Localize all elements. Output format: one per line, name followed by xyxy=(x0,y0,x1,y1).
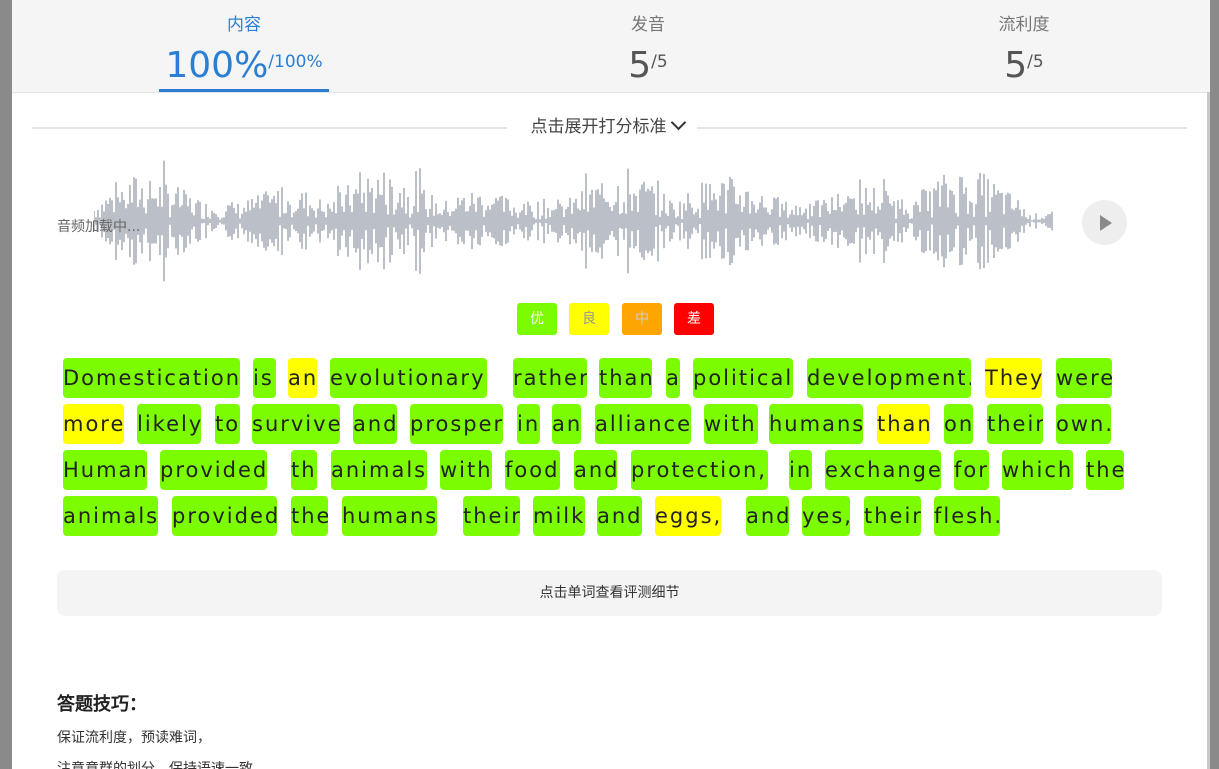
scrollbar[interactable] xyxy=(1207,92,1210,769)
passage-word[interactable]: with xyxy=(704,404,758,444)
passage-word[interactable]: in xyxy=(789,450,812,490)
active-tab-indicator xyxy=(159,89,329,92)
passage-word[interactable]: a xyxy=(666,358,680,398)
tab-content-score[interactable]: 内容 100%/100% xyxy=(159,0,329,92)
passage-word[interactable]: and xyxy=(353,404,397,444)
passage-word[interactable]: protection, xyxy=(631,450,768,490)
chevron-down-icon xyxy=(670,114,686,131)
play-icon xyxy=(1100,215,1112,231)
waveform-path xyxy=(94,160,1053,282)
tip-line: 注意意群的划分，保持语速一致 xyxy=(57,761,253,769)
content-score-value: 100%/100% xyxy=(165,45,323,86)
passage-word[interactable]: their xyxy=(864,496,921,536)
passage-word[interactable]: animals xyxy=(63,496,158,536)
passage-word[interactable]: prosper xyxy=(410,404,503,444)
legend-poor: 差 xyxy=(674,303,714,335)
passage-word[interactable]: yes, xyxy=(802,496,850,536)
passage-word[interactable]: animals xyxy=(331,450,427,490)
passage-line: more likely to survive and prosper in an allianc… xyxy=(62,404,1142,450)
passage-word[interactable]: alliance xyxy=(595,404,691,444)
passage-word[interactable]: than xyxy=(877,404,930,444)
legend-average: 中 xyxy=(622,303,662,335)
passage-word[interactable]: provided xyxy=(160,450,267,490)
passage-word[interactable]: an xyxy=(288,358,317,398)
tip-line: 保证流利度，预读难词， xyxy=(57,730,211,746)
divider-left xyxy=(32,127,507,129)
graded-passage: Domestication is an evolutionary, rather than… xyxy=(62,358,1142,542)
divider-right xyxy=(694,127,1187,129)
play-button[interactable] xyxy=(1082,200,1127,245)
evaluation-panel: 内容 100%/100% 发音 5/5 流利度 5/5 点击展开打分标准 音频加… xyxy=(12,0,1210,769)
score-tabs: 内容 100%/100% 发音 5/5 流利度 5/5 xyxy=(12,0,1210,93)
tab-fluency-score[interactable]: 流利度 5/5 xyxy=(974,0,1074,92)
legend-good: 良 xyxy=(569,303,609,335)
passage-word[interactable]: eggs, xyxy=(655,496,721,536)
fluency-score-value: 5/5 xyxy=(1004,45,1044,86)
passage-word[interactable]: the xyxy=(1086,450,1124,490)
passage-word[interactable]: rather xyxy=(513,358,587,398)
passage-word[interactable]: with xyxy=(440,450,492,490)
passage-word[interactable]: exchange xyxy=(825,450,941,490)
passage-word[interactable]: an xyxy=(552,404,581,444)
passage-word[interactable]: the xyxy=(291,496,328,536)
passage-word[interactable]: were xyxy=(1056,358,1112,398)
passage-word[interactable]: their xyxy=(987,404,1043,444)
passage-word[interactable]: political xyxy=(693,358,793,398)
passage-word[interactable]: They xyxy=(985,358,1042,398)
audio-waveform[interactable] xyxy=(94,148,1062,288)
passage-word[interactable]: food xyxy=(505,450,560,490)
passage-line: Domestication is an evolutionary, rather than… xyxy=(62,358,1142,404)
passage-word[interactable]: humans xyxy=(769,404,863,444)
word-detail-hint: 点击单词查看评测细节 xyxy=(57,570,1162,616)
passage-word[interactable]: which xyxy=(1002,450,1073,490)
passage-word[interactable]: the xyxy=(291,450,317,490)
passage-word[interactable]: and xyxy=(597,496,642,536)
passage-line: Human provided the animals with foodand protec… xyxy=(62,450,1142,496)
passage-word[interactable]: and xyxy=(746,496,789,536)
pronunciation-score-value: 5/5 xyxy=(628,45,668,86)
passage-line: animals provided the humans their milk and eggs… xyxy=(62,496,1142,542)
passage-word[interactable]: than xyxy=(599,358,652,398)
passage-word[interactable]: Human xyxy=(63,450,147,490)
fluency-score-label: 流利度 xyxy=(998,15,1050,35)
expand-criteria-label: 点击展开打分标准 xyxy=(530,117,667,137)
passage-word[interactable]: in xyxy=(517,404,540,444)
passage-word[interactable]: flesh. xyxy=(934,496,1000,536)
passage-word[interactable]: for xyxy=(954,450,989,490)
passage-word[interactable]: milk xyxy=(533,496,585,536)
pronunciation-score-label: 发音 xyxy=(631,15,665,35)
passage-word[interactable]: and xyxy=(574,450,617,490)
tips-title: 答题技巧： xyxy=(57,694,147,715)
passage-word[interactable]: development. xyxy=(807,358,971,398)
tab-pronunciation-score[interactable]: 发音 5/5 xyxy=(598,0,698,92)
expand-criteria-toggle[interactable]: 点击展开打分标准 xyxy=(517,114,697,139)
passage-word[interactable]: more xyxy=(63,404,124,444)
passage-word[interactable]: likely xyxy=(137,404,201,444)
passage-word[interactable]: to xyxy=(215,404,240,444)
passage-word[interactable]: humans xyxy=(342,496,437,536)
passage-word[interactable]: their xyxy=(463,496,520,536)
passage-word[interactable]: evolutionary, xyxy=(330,358,487,398)
content-score-label: 内容 xyxy=(227,15,261,35)
passage-word[interactable]: Domestication xyxy=(63,358,240,398)
passage-word[interactable]: survive xyxy=(252,404,340,444)
passage-word[interactable]: is xyxy=(253,358,276,398)
legend-excellent: 优 xyxy=(517,303,557,335)
audio-loading-text: 音频加载中... xyxy=(57,219,141,235)
passage-word[interactable]: own. xyxy=(1056,404,1111,444)
passage-word[interactable]: on xyxy=(944,404,973,444)
passage-word[interactable]: provided xyxy=(172,496,277,536)
